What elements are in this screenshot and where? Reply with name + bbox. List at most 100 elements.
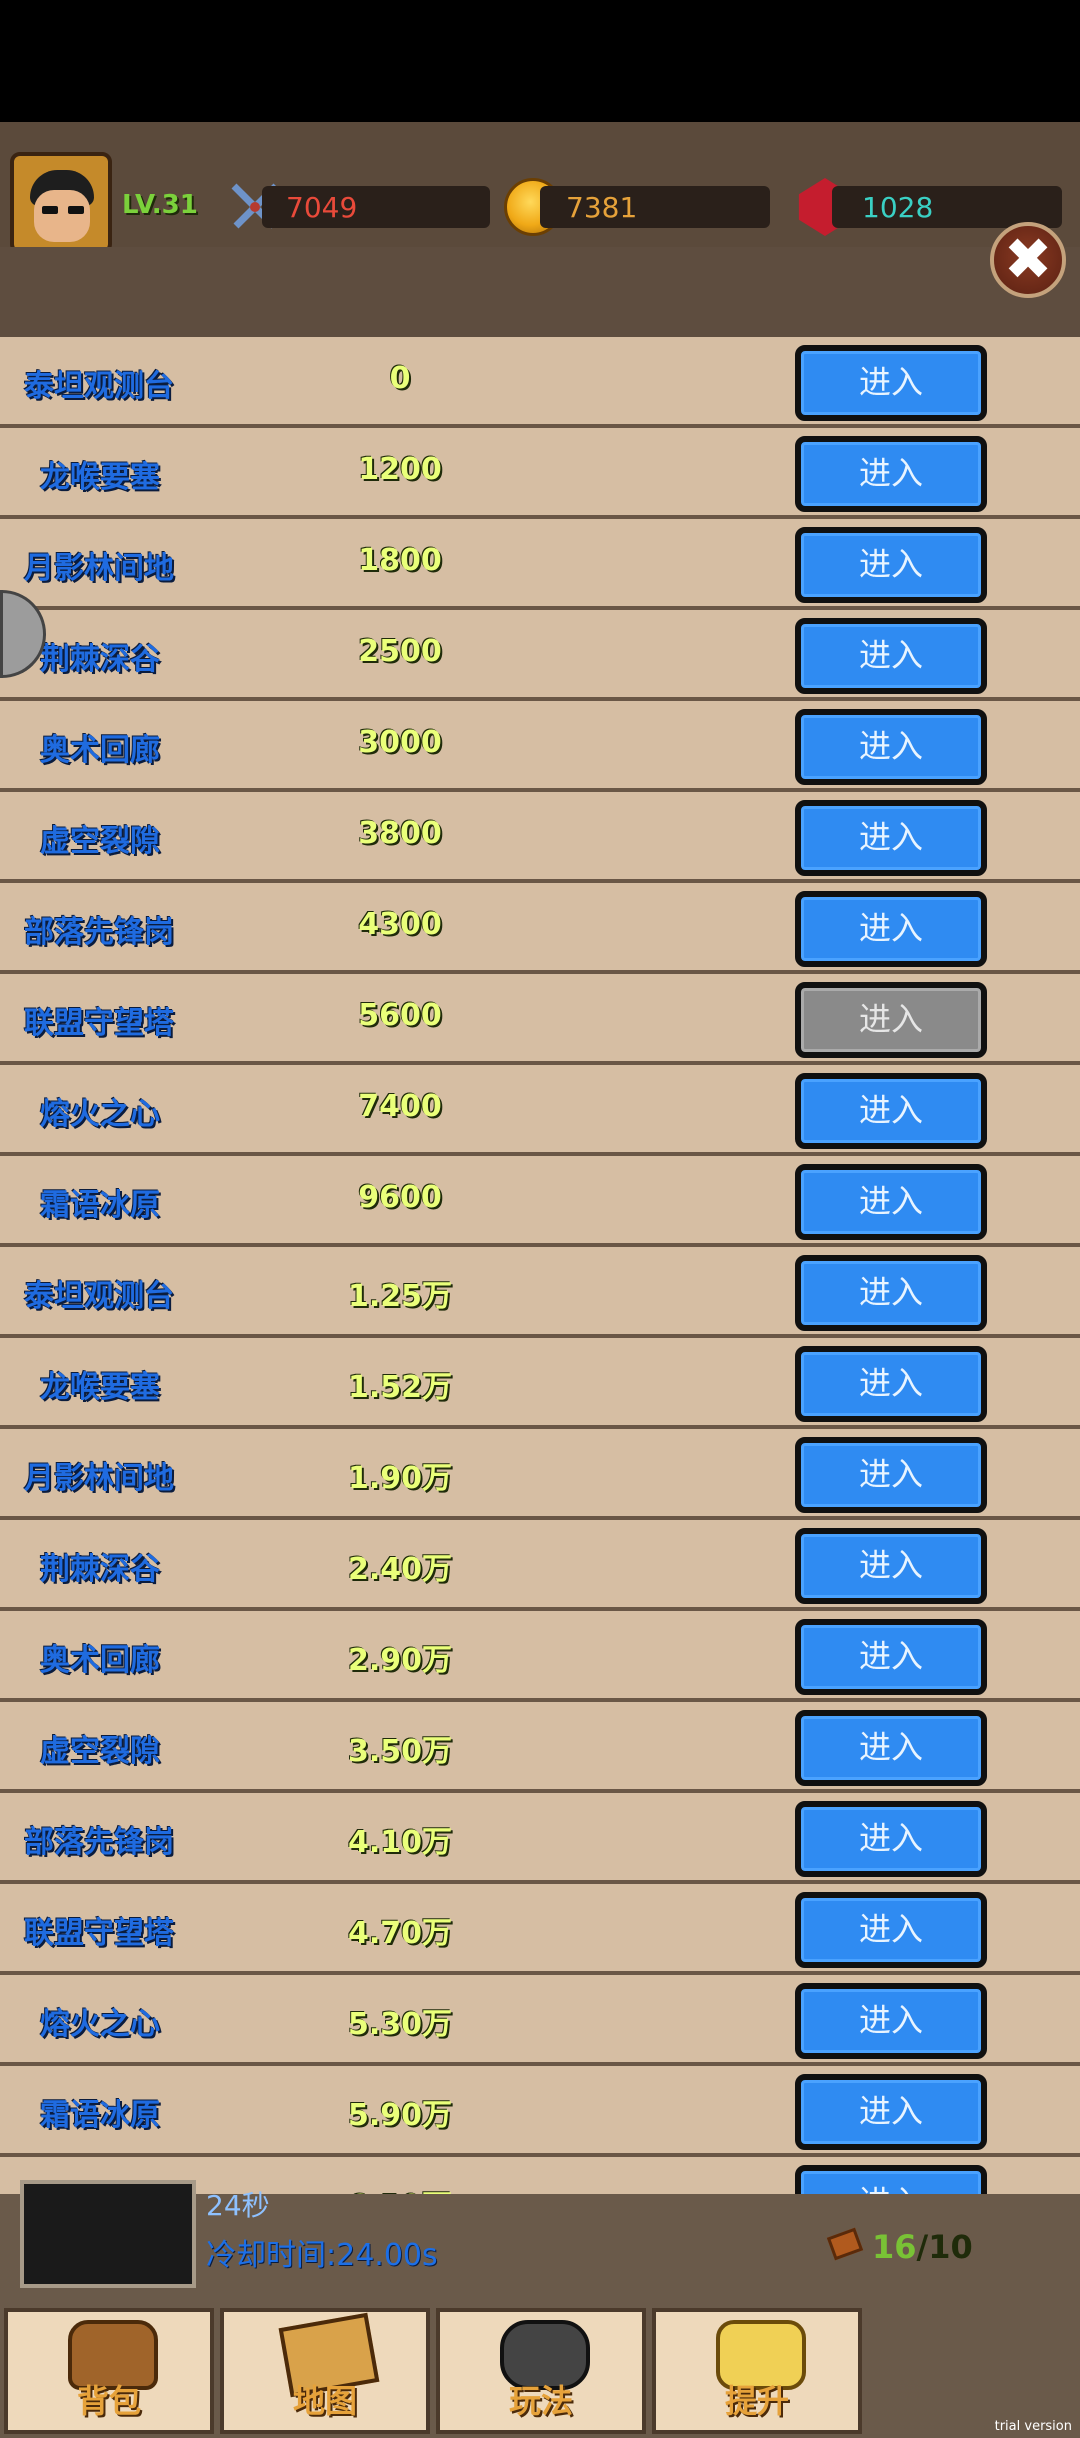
list-row: 奥术回廊 2.90万 进入	[0, 1611, 1080, 1702]
required-power: 1200	[358, 452, 442, 487]
location-name: 虚空裂隙	[40, 1734, 160, 1769]
boss-portrait	[20, 2180, 196, 2288]
list-row: 霜语冰原 9600 进入	[0, 1156, 1080, 1247]
location-name: 奥术回廊	[40, 733, 160, 768]
list-row: 虚空裂隙 3.50万 进入	[0, 1702, 1080, 1793]
required-power: 4300	[358, 907, 442, 942]
location-name: 霜语冰原	[40, 1188, 160, 1223]
partial-timer: 24秒	[206, 2189, 270, 2222]
nav-upgrade-label: 提升	[724, 2382, 789, 2420]
list-row: 部落先锋岗 4300 进入	[0, 883, 1080, 974]
location-name: 奥术回廊	[40, 1643, 160, 1678]
list-row: 奥术回廊 3000 进入	[0, 701, 1080, 792]
nav-play[interactable]: 玩法	[436, 2308, 646, 2434]
nav-play-label: 玩法	[508, 2382, 573, 2420]
enter-button[interactable]: 进入	[795, 1892, 987, 1968]
required-power: 3.50万	[347, 1734, 453, 1769]
enter-button[interactable]: 进入	[795, 1346, 987, 1422]
list-row: 泰坦观测台 1.25万 进入	[0, 1247, 1080, 1338]
player-avatar[interactable]	[10, 152, 112, 254]
avatar-eye	[42, 206, 58, 214]
location-name: 联盟守望塔	[24, 1006, 174, 1041]
panel-header	[0, 247, 1080, 337]
required-power: 5600	[358, 998, 442, 1033]
location-name: 霜语冰原	[40, 2098, 160, 2133]
enter-button[interactable]: 进入	[795, 891, 987, 967]
list-row: 月影林间地 1.90万 进入	[0, 1429, 1080, 1520]
enter-button[interactable]: 进入	[795, 345, 987, 421]
required-power: 5.30万	[347, 2007, 453, 2042]
close-button[interactable]: ✖	[990, 222, 1066, 298]
required-power: 0	[389, 361, 411, 396]
quota-total: /10	[916, 2228, 973, 2266]
enter-button[interactable]: 进入	[795, 1073, 987, 1149]
enter-button[interactable]: 进入	[795, 1437, 987, 1513]
enter-button[interactable]: 进入	[795, 1528, 987, 1604]
enter-button[interactable]: 进入	[795, 1164, 987, 1240]
required-power: 2.40万	[347, 1552, 453, 1587]
list-row: 月影林间地 1800 进入	[0, 519, 1080, 610]
required-power: 7400	[358, 1089, 442, 1124]
list-row: 泰坦观测台 0 进入	[0, 337, 1080, 428]
avatar-face	[34, 190, 90, 242]
location-name: 部落先锋岗	[24, 915, 174, 950]
list-row: 荆棘深谷 2.40万 进入	[0, 1520, 1080, 1611]
enter-button[interactable]: 进入	[795, 2165, 987, 2194]
player-level: LV.31	[122, 190, 198, 220]
enter-button[interactable]: 进入	[795, 800, 987, 876]
location-name: 泰坦观测台	[24, 1279, 174, 1314]
enter-button[interactable]: 进入	[795, 2074, 987, 2150]
required-power: 1.90万	[347, 1461, 453, 1496]
list-row: 部落先锋岗 4.10万 进入	[0, 1793, 1080, 1884]
required-power: 2.90万	[347, 1643, 453, 1678]
list-row: 熔火之心 5.30万 进入	[0, 1975, 1080, 2066]
required-power: 6.50万	[330, 2181, 470, 2194]
dungeon-list[interactable]: 泰坦观测台 0 进入 龙喉要塞 1200 进入 月影林间地 1800 进入 荆棘深谷 2500 进入奥…	[0, 337, 1080, 2194]
location-name: 部落先锋岗	[24, 1825, 174, 1860]
nav-upgrade[interactable]: 提升	[652, 2308, 862, 2434]
location-name: 虚空裂隙	[40, 824, 160, 859]
list-row: 联盟守望塔 5600 进入	[0, 974, 1080, 1065]
required-power: 4.70万	[347, 1916, 453, 1951]
gem-value: 1028	[862, 191, 934, 224]
location-name: 泰坦观测台	[24, 369, 174, 404]
list-row: 联盟守望塔 4.70万 进入	[0, 1884, 1080, 1975]
avatar-eye	[68, 206, 84, 214]
enter-button[interactable]: 进入	[795, 982, 987, 1058]
quota-current: 16	[872, 2228, 917, 2266]
cooldown-text: 冷却时间:24.00s	[206, 2238, 438, 2273]
location-name: 龙喉要塞	[40, 460, 160, 495]
enter-button[interactable]: 进入	[795, 436, 987, 512]
enter-button[interactable]: 进入	[795, 1619, 987, 1695]
required-power: 1.52万	[347, 1370, 453, 1405]
required-power: 1800	[358, 543, 442, 578]
enter-button[interactable]: 进入	[795, 1983, 987, 2059]
location-name: 月影林间地	[24, 551, 174, 586]
required-power: 3000	[358, 725, 442, 760]
location-name: 月影林间地	[24, 1461, 174, 1496]
list-row: 龙喉要塞 1.52万 进入	[0, 1338, 1080, 1429]
enter-button[interactable]: 进入	[795, 527, 987, 603]
status-bar-area	[0, 0, 1080, 122]
required-power: 9600	[358, 1180, 442, 1215]
list-row: 熔火之心 7400 进入	[0, 1065, 1080, 1156]
location-name: 龙喉要塞	[40, 1370, 160, 1405]
location-name: 荆棘深谷	[40, 642, 160, 677]
required-power: 2500	[358, 634, 442, 669]
enter-button[interactable]: 进入	[795, 1710, 987, 1786]
nav-bag-label: 背包	[76, 2382, 141, 2420]
enter-button[interactable]: 进入	[795, 1255, 987, 1331]
gold-value: 7381	[566, 191, 638, 224]
attack-value: 7049	[286, 191, 358, 224]
location-name: 荆棘深谷	[40, 1552, 160, 1587]
nav-bag[interactable]: 背包	[4, 2308, 214, 2434]
location-name: 熔火之心	[40, 1097, 160, 1132]
enter-button[interactable]: 进入	[795, 618, 987, 694]
required-power: 4.10万	[347, 1825, 453, 1860]
list-row: 虚空裂隙 3800 进入	[0, 792, 1080, 883]
list-row: 荆棘深谷 2500 进入	[0, 610, 1080, 701]
nav-map[interactable]: 地图	[220, 2308, 430, 2434]
nav-map-label: 地图	[292, 2382, 357, 2420]
enter-button[interactable]: 进入	[795, 709, 987, 785]
enter-button[interactable]: 进入	[795, 1801, 987, 1877]
